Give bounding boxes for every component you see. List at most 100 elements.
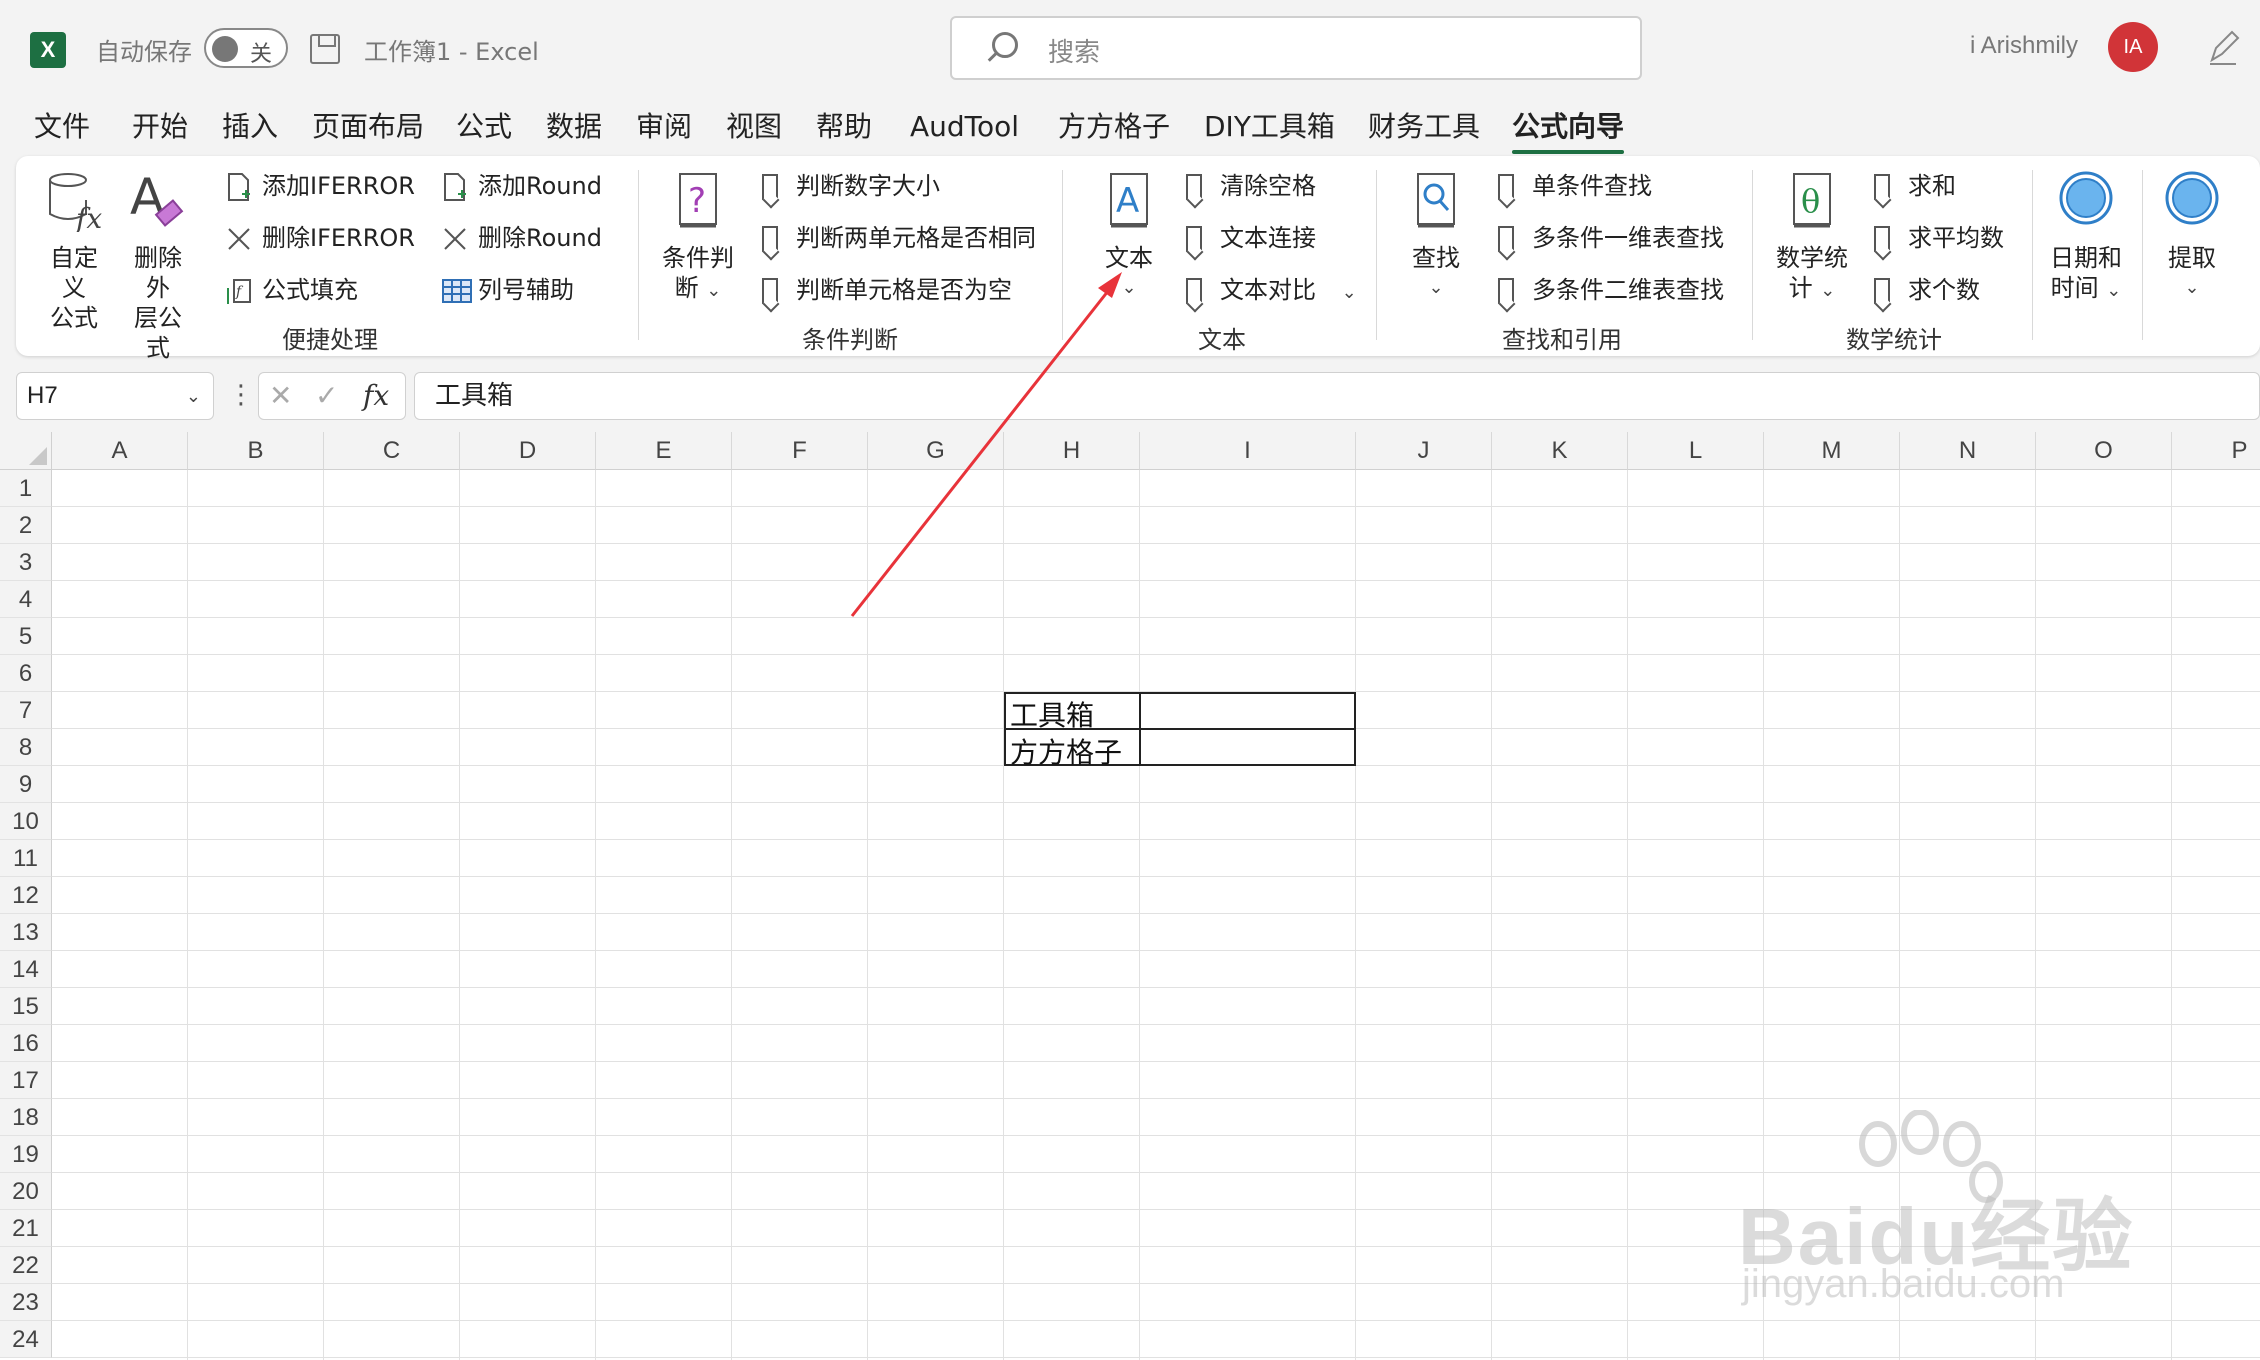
column-header-g[interactable]: G <box>868 432 1004 470</box>
delete-round-button[interactable]: 删除Round <box>442 220 602 256</box>
column-header-f[interactable]: F <box>732 432 868 470</box>
tab-help[interactable]: 帮助 <box>816 104 872 150</box>
excel-icon[interactable]: X <box>30 32 66 68</box>
row-header-15[interactable]: 15 <box>0 988 52 1025</box>
tab-review[interactable]: 审阅 <box>636 104 692 150</box>
tab-finance-tools[interactable]: 财务工具 <box>1368 104 1480 150</box>
row-header-18[interactable]: 18 <box>0 1099 52 1136</box>
custom-formula-button[interactable]: fx 自定义 公式 <box>44 170 104 333</box>
insert-function-icon[interactable]: fx <box>363 379 389 412</box>
row-header-6[interactable]: 6 <box>0 655 52 692</box>
save-icon[interactable] <box>310 34 340 64</box>
judge-number-size-button[interactable]: 判断数字大小 <box>758 168 940 204</box>
delete-iferror-button[interactable]: 删除IFERROR <box>226 220 415 256</box>
row-header-11[interactable]: 11 <box>0 840 52 877</box>
remove-outer-formula-button[interactable]: A 删除外 层公式 <box>128 168 188 363</box>
row-header-5[interactable]: 5 <box>0 618 52 655</box>
cell-h8[interactable]: 方方格子 <box>1010 731 1122 771</box>
tab-file[interactable]: 文件 <box>34 104 90 150</box>
column-header-h[interactable]: H <box>1004 432 1140 470</box>
column-header-e[interactable]: E <box>596 432 732 470</box>
row-header-2[interactable]: 2 <box>0 507 52 544</box>
text-compare-label: 文本对比 <box>1220 276 1316 304</box>
column-header-m[interactable]: M <box>1764 432 1900 470</box>
row-header-19[interactable]: 19 <box>0 1136 52 1173</box>
extract-button[interactable]: 提取 ⌄ <box>2162 170 2222 303</box>
multi-condition-2d-find-button[interactable]: 多条件二维表查找 <box>1494 272 1724 308</box>
row-header-22[interactable]: 22 <box>0 1247 52 1284</box>
select-all-corner[interactable] <box>0 432 52 470</box>
tab-page-layout[interactable]: 页面布局 <box>312 104 424 150</box>
row-header-13[interactable]: 13 <box>0 914 52 951</box>
text-button[interactable]: A 文本 ⌄ <box>1094 170 1164 303</box>
row-header-23[interactable]: 23 <box>0 1284 52 1321</box>
tab-audtool[interactable]: AudTool <box>910 104 1019 150</box>
tab-formula-wizard[interactable]: 公式向导 <box>1512 104 1625 154</box>
cell-h7[interactable]: 工具箱 <box>1010 694 1094 734</box>
more-options-icon[interactable]: ⋮ <box>228 380 254 410</box>
condition-judge-button[interactable]: ? 条件判 断 ⌄ <box>660 170 736 306</box>
row-header-12[interactable]: 12 <box>0 877 52 914</box>
average-button[interactable]: 求平均数 <box>1870 220 2004 256</box>
column-header-j[interactable]: J <box>1356 432 1492 470</box>
avatar[interactable]: IA <box>2108 22 2158 72</box>
tab-insert[interactable]: 插入 <box>222 104 278 150</box>
chevron-down-icon[interactable]: ⌄ <box>186 373 201 419</box>
count-button[interactable]: 求个数 <box>1870 272 1980 308</box>
autosave-toggle[interactable]: 关 <box>204 28 288 68</box>
text-join-button[interactable]: 文本连接 <box>1182 220 1316 256</box>
find-button[interactable]: 查找 ⌄ <box>1406 170 1466 303</box>
column-header-i[interactable]: I <box>1140 432 1356 470</box>
row-header-14[interactable]: 14 <box>0 951 52 988</box>
add-iferror-button[interactable]: 添加IFERROR <box>226 168 415 204</box>
tab-fangfang[interactable]: 方方格子 <box>1058 104 1170 150</box>
tab-data[interactable]: 数据 <box>546 104 602 150</box>
judge-cell-empty-button[interactable]: 判断单元格是否为空 <box>758 272 1012 308</box>
column-header-k[interactable]: K <box>1492 432 1628 470</box>
column-header-a[interactable]: A <box>52 432 188 470</box>
user-name[interactable]: i Arishmily <box>1970 32 2078 60</box>
svg-text:A: A <box>1116 181 1139 221</box>
math-stats-button[interactable]: θ 数学统 计 ⌄ <box>1772 170 1852 306</box>
row-header-8[interactable]: 8 <box>0 729 52 766</box>
row-header-1[interactable]: 1 <box>0 470 52 507</box>
search-box[interactable]: 搜索 <box>950 16 1642 80</box>
name-box[interactable]: H7 ⌄ <box>16 372 214 420</box>
row-header-16[interactable]: 16 <box>0 1025 52 1062</box>
multi-condition-1d-find-button[interactable]: 多条件一维表查找 <box>1494 220 1724 256</box>
tab-home[interactable]: 开始 <box>132 104 188 150</box>
column-header-n[interactable]: N <box>1900 432 2036 470</box>
row-header-4[interactable]: 4 <box>0 581 52 618</box>
grid-line <box>52 1024 2260 1025</box>
column-header-d[interactable]: D <box>460 432 596 470</box>
row-header-7[interactable]: 7 <box>0 692 52 729</box>
row-header-10[interactable]: 10 <box>0 803 52 840</box>
column-header-p[interactable]: P <box>2172 432 2260 470</box>
row-header-9[interactable]: 9 <box>0 766 52 803</box>
column-header-l[interactable]: L <box>1628 432 1764 470</box>
judge-cells-same-button[interactable]: 判断两单元格是否相同 <box>758 220 1036 256</box>
single-condition-find-button[interactable]: 单条件查找 <box>1494 168 1652 204</box>
row-header-17[interactable]: 17 <box>0 1062 52 1099</box>
confirm-icon[interactable]: ✓ <box>315 379 338 412</box>
datetime-button[interactable]: 日期和 时间 ⌄ <box>2046 170 2126 306</box>
row-header-20[interactable]: 20 <box>0 1173 52 1210</box>
sum-button[interactable]: 求和 <box>1870 168 1956 204</box>
text-compare-button[interactable]: 文本对比 ⌄ <box>1182 272 1357 308</box>
row-header-24[interactable]: 24 <box>0 1321 52 1358</box>
row-header-21[interactable]: 21 <box>0 1210 52 1247</box>
add-round-button[interactable]: 添加Round <box>442 168 602 204</box>
clear-spaces-button[interactable]: 清除空格 <box>1182 168 1316 204</box>
row-header-3[interactable]: 3 <box>0 544 52 581</box>
column-header-c[interactable]: C <box>324 432 460 470</box>
formula-input[interactable]: 工具箱 <box>414 372 2260 420</box>
pen-icon[interactable] <box>2206 26 2240 66</box>
column-helper-button[interactable]: 列号辅助 <box>442 272 574 308</box>
tab-diy-toolbox[interactable]: DIY工具箱 <box>1204 104 1335 150</box>
cancel-icon[interactable]: ✕ <box>269 379 292 412</box>
tab-formulas[interactable]: 公式 <box>456 104 512 150</box>
tab-view[interactable]: 视图 <box>726 104 782 150</box>
fill-formula-button[interactable]: f 公式填充 <box>226 272 358 308</box>
column-header-o[interactable]: O <box>2036 432 2172 470</box>
column-header-b[interactable]: B <box>188 432 324 470</box>
